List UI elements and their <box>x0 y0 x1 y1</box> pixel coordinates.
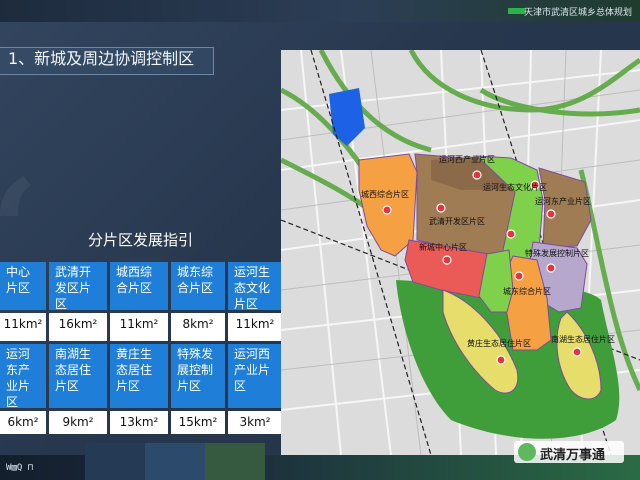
table-cell-value: 11km² <box>228 313 282 341</box>
zone-marker <box>506 229 516 239</box>
zone-marker <box>514 271 524 281</box>
zone-label: 城西综合片区 <box>361 189 409 199</box>
planning-map: 运河西产业片区 运河生态文化片区 城西综合片区 运河东产业片区 武清开发区片区 … <box>279 48 640 456</box>
table-cell-value: 8km² <box>171 313 225 341</box>
footer-square <box>85 443 145 480</box>
table-cell-name: 武清开发区片区 <box>49 262 107 311</box>
table-cell-name: 运河西产业片区 <box>228 344 282 408</box>
table-cell-value: 11km² <box>0 313 46 341</box>
table-cell-value: 13km² <box>110 411 168 434</box>
table-cell-value: 9km² <box>49 411 107 434</box>
zone-label: 运河生态文化片区 <box>483 182 547 192</box>
zone-marker <box>472 170 482 180</box>
zone-marker <box>442 255 452 265</box>
table-cell-name: 运河东产业片区 <box>0 344 46 409</box>
table-cell-name: 城西综合片区 <box>110 262 168 310</box>
footer-logo: W▧Q ⊓ <box>6 463 34 473</box>
table-cell-name: 运河生态文化片区 <box>228 262 282 311</box>
zone-marker <box>546 263 556 273</box>
footer-square <box>145 443 205 480</box>
table-cell-name: 特殊发展控制片区 <box>171 344 225 408</box>
zone-marker <box>436 203 446 213</box>
zone-label: 武清开发区片区 <box>429 216 485 226</box>
table-cell-value: 6km² <box>0 411 46 434</box>
wechat-icon <box>518 443 536 461</box>
table-cell-value: 16km² <box>49 313 107 341</box>
table-cell-value: 3km² <box>228 411 282 434</box>
district-table: 中心片区 武清开发区片区 城西综合片区 城东综合片区 运河生态文化片区 11km… <box>0 262 282 434</box>
zone-marker <box>496 355 506 365</box>
table-title: 分片区发展指引 <box>88 231 194 249</box>
plan-title: 天津市武清区城乡总体规划 <box>523 8 632 18</box>
zone-label: 运河东产业片区 <box>535 196 591 206</box>
zone-label: 南湖生态居住片区 <box>551 334 615 344</box>
table-cell-value: 11km² <box>110 313 168 341</box>
zone-label: 运河西产业片区 <box>439 154 495 164</box>
zone-label: 特殊发展控制片区 <box>525 248 589 258</box>
table-cell-name: 南湖生态居住片区 <box>49 344 107 408</box>
zone-label: 新城中心片区 <box>419 242 467 252</box>
table-cell-name: 城东综合片区 <box>171 262 225 310</box>
zone-marker <box>572 347 582 357</box>
zone-label: 黄庄生态居住片区 <box>467 338 531 348</box>
footer-square <box>205 443 265 480</box>
table-cell-value: 15km² <box>171 411 225 434</box>
section-title: 1、新城及周边协调控制区 <box>8 49 195 68</box>
zone-marker <box>546 209 556 219</box>
planning-map-svg: 运河西产业片区 运河生态文化片区 城西综合片区 运河东产业片区 武清开发区片区 … <box>279 48 640 456</box>
zone-marker <box>382 205 392 215</box>
watermark-text: 武清万事通 <box>540 448 606 463</box>
zone-label: 城东综合片区 <box>503 286 551 296</box>
table-cell-name: 中心片区 <box>0 262 46 310</box>
table-cell-name: 黄庄生态居住片区 <box>110 344 168 408</box>
